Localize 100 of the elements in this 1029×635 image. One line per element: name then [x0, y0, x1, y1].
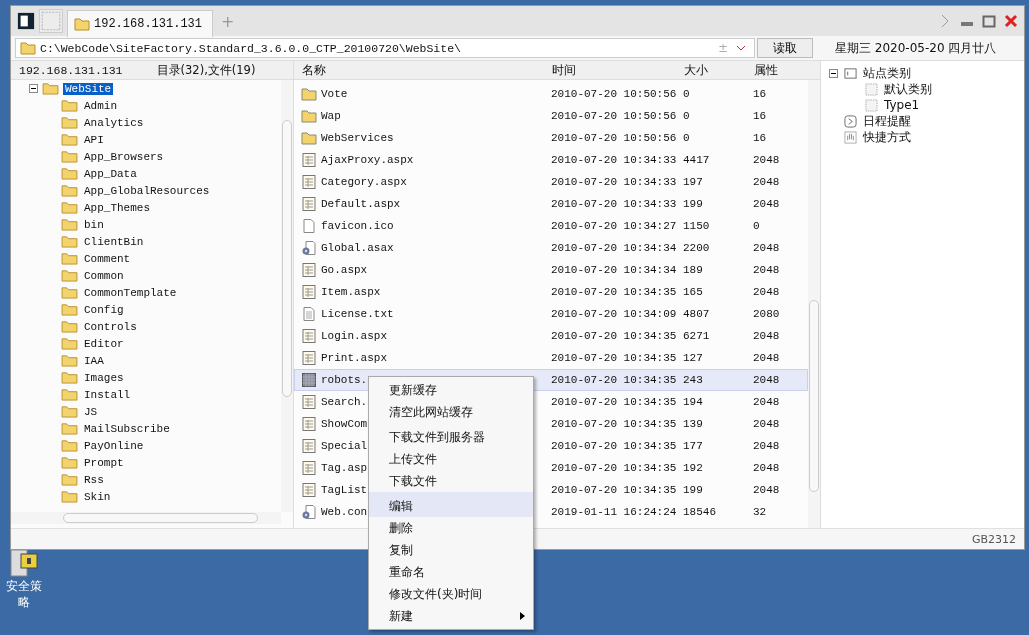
path-field[interactable]: C:\WebCode\SiteFactory.Standard_3.6.0.0_CTP_20100720\WebSite\ ± — [15, 38, 755, 58]
read-button[interactable]: 读取 — [757, 38, 813, 58]
folder-icon — [61, 405, 78, 418]
tree-item[interactable]: Editor — [82, 337, 126, 350]
file-size: 189 — [683, 264, 704, 276]
file-name[interactable]: Default.aspx — [321, 198, 401, 210]
column-header[interactable]: 时间 — [552, 61, 684, 79]
tree-item[interactable]: App_Data — [82, 167, 139, 180]
menu-item[interactable]: 重命名 — [369, 561, 533, 583]
file-size: 6271 — [683, 330, 711, 342]
tree-item[interactable]: App_Browsers — [82, 150, 166, 163]
close-icon[interactable] — [1004, 14, 1018, 28]
menu-item[interactable]: 下载文件 — [369, 470, 533, 492]
file-name[interactable]: Category.aspx — [321, 176, 407, 188]
file-name[interactable]: AjaxProxy.aspx — [321, 154, 414, 166]
tree-item[interactable]: Prompt — [82, 456, 126, 469]
menu-item[interactable]: 下载文件到服务器 — [369, 423, 533, 448]
file-name[interactable]: Search. — [321, 396, 368, 408]
tree-item[interactable]: Common — [82, 269, 126, 282]
file-attribute: 2048 — [753, 352, 781, 364]
menu-item[interactable]: 删除 — [369, 517, 533, 539]
file-name[interactable]: Web.con — [321, 506, 368, 518]
file-attribute: 16 — [753, 110, 768, 122]
column-header[interactable]: 属性 — [754, 61, 804, 79]
file-name[interactable]: Tag.asp — [321, 462, 368, 474]
page-icon — [301, 152, 317, 168]
tree-item[interactable]: Config — [82, 303, 126, 316]
tree-item[interactable]: Admin — [82, 99, 119, 112]
file-icon — [301, 218, 317, 234]
file-name[interactable]: Vote — [321, 88, 348, 100]
collapse-icon[interactable] — [29, 84, 38, 93]
file-size: 0 — [683, 110, 691, 122]
panel-toggle-icon[interactable] — [17, 12, 35, 30]
desktop-icon-label[interactable]: 安全策略 — [4, 578, 44, 610]
tree-item[interactable]: 站点类别 — [863, 64, 911, 82]
scrollbar[interactable] — [281, 80, 293, 512]
tree-item[interactable]: bin — [82, 218, 106, 231]
maximize-icon[interactable] — [982, 14, 996, 28]
tree-item[interactable]: ClientBin — [82, 235, 146, 248]
menu-item[interactable]: 更新缓存 — [369, 379, 533, 401]
file-name[interactable]: Login.aspx — [321, 330, 387, 342]
tree-item[interactable]: Images — [82, 371, 126, 384]
tree-item[interactable]: MailSubscribe — [82, 422, 172, 435]
file-name[interactable]: WebServices — [321, 132, 394, 144]
tree-item[interactable]: 快捷方式 — [863, 128, 911, 146]
menu-item[interactable]: 复制 — [369, 539, 533, 561]
page-icon — [301, 482, 317, 498]
tree-item[interactable]: Rss — [82, 473, 106, 486]
menu-item[interactable]: 修改文件(夹)时间 — [369, 583, 533, 605]
file-name[interactable]: Go.aspx — [321, 264, 368, 276]
menu-item[interactable]: 编辑 — [369, 492, 533, 517]
file-size: 165 — [683, 286, 704, 298]
tree-item[interactable]: App_GlobalResources — [82, 184, 212, 197]
tree-item[interactable]: Skin — [82, 490, 113, 503]
tree-item[interactable]: Controls — [82, 320, 139, 333]
file-name[interactable]: License.txt — [321, 308, 394, 320]
file-time: 2010-07-20 10:34:33 — [551, 154, 678, 166]
tree-item[interactable]: IAA — [82, 354, 106, 367]
file-name[interactable]: Print.aspx — [321, 352, 387, 364]
scrollbar[interactable] — [808, 80, 820, 528]
tree-item[interactable]: App_Themes — [82, 201, 152, 214]
file-time: 2010-07-20 10:34:35 — [551, 286, 678, 298]
tree-item[interactable]: Install — [82, 388, 133, 401]
file-attribute: 2048 — [753, 264, 781, 276]
tab[interactable]: 192.168.131.131 — [67, 9, 213, 37]
file-time: 2010-07-20 10:34:33 — [551, 198, 678, 210]
column-header[interactable]: 大小 — [684, 61, 754, 79]
file-name[interactable]: Special — [321, 440, 368, 452]
folder-icon — [61, 371, 78, 384]
tree-item[interactable]: JS — [82, 405, 100, 418]
menu-item[interactable]: 新建 — [369, 605, 533, 627]
column-header[interactable]: 名称 — [294, 61, 552, 79]
dropdown-caret-icon[interactable] — [736, 45, 746, 51]
file-name[interactable]: TagList — [321, 484, 368, 496]
menu-item[interactable]: 清空此网站缓存 — [369, 401, 533, 423]
file-size: 194 — [683, 396, 704, 408]
file-name[interactable]: Item.aspx — [321, 286, 381, 298]
page-icon — [301, 416, 317, 432]
scrollbar[interactable] — [11, 512, 281, 524]
lock-icon[interactable] — [9, 548, 39, 578]
file-name[interactable]: ShowCom — [321, 418, 368, 430]
file-size: 18546 — [683, 506, 717, 518]
tree-item[interactable]: API — [82, 133, 106, 146]
file-size: 1150 — [683, 220, 711, 232]
tree-item[interactable]: Analytics — [82, 116, 146, 129]
menu-item[interactable]: 上传文件 — [369, 448, 533, 470]
tree-item[interactable]: PayOnline — [82, 439, 146, 452]
tree-item[interactable]: 日程提醒 — [863, 112, 911, 130]
file-name[interactable]: favicon.ico — [321, 220, 394, 232]
file-name[interactable]: Global.asax — [321, 242, 394, 254]
file-time: 2010-07-20 10:50:56 — [551, 132, 678, 144]
folder-icon — [61, 150, 78, 163]
tree-item[interactable]: CommonTemplate — [82, 286, 179, 299]
file-name[interactable]: robots. — [321, 374, 368, 386]
tree-item[interactable]: Type1 — [884, 98, 920, 112]
tree-item[interactable]: 默认类别 — [884, 80, 932, 98]
collapse-icon[interactable] — [829, 68, 838, 78]
tree-item[interactable]: Comment — [82, 252, 133, 265]
file-name[interactable]: Wap — [321, 110, 341, 122]
tree-item[interactable]: WebSite — [63, 82, 114, 95]
